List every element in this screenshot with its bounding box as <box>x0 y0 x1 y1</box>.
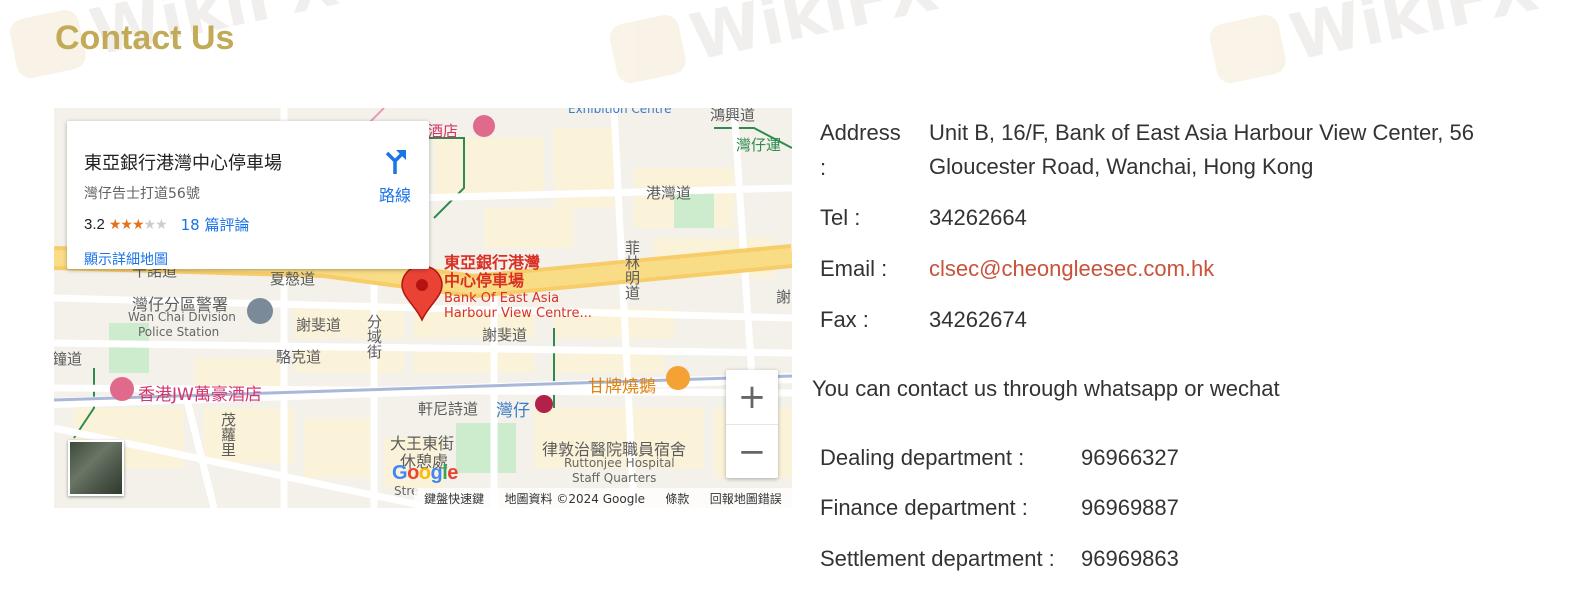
email-link[interactable]: clsec@cheongleesec.com.hk <box>929 252 1214 286</box>
map-label-police-en: Police Station <box>138 325 220 339</box>
map-label-road: 港灣道 <box>646 184 692 202</box>
zoom-controls: + − <box>726 370 778 478</box>
map-label-road: 謝 <box>776 288 792 306</box>
star-rating-icon: ★★★★★ <box>108 216 168 232</box>
report-error-link[interactable]: 回報地圖錯誤 <box>710 490 782 507</box>
reviews-link[interactable]: 18 篇評論 <box>181 214 250 235</box>
rating-value: 3.2 <box>84 216 105 233</box>
map-label-restaurant: 甘牌燒鵝 <box>588 377 656 397</box>
tel-value: 34262664 <box>929 205 1027 230</box>
zoom-out-button[interactable]: − <box>726 424 778 479</box>
directions-button[interactable]: 路線 <box>371 147 419 206</box>
contact-note: You can contact us through whatsapp or w… <box>812 376 1280 401</box>
department-label: Finance department : <box>820 495 1028 520</box>
map-data-attribution: 地圖資料 ©2024 Google <box>504 491 646 506</box>
wikifx-logo-icon <box>1207 12 1289 86</box>
google-map[interactable]: 酒店 Exhibition Centre 鴻興道 灣仔運 港灣道 菲林明道 夏慤… <box>54 108 792 508</box>
directions-label: 路線 <box>378 186 411 205</box>
map-label-road: 軒尼詩道 <box>418 400 479 418</box>
map-label-road: 鴻興道 <box>710 108 756 124</box>
place-address: 灣仔告士打道56號 <box>84 186 200 202</box>
keyboard-shortcuts-link[interactable]: 鍵盤快速鍵 <box>424 490 484 507</box>
terms-link[interactable]: 條款 <box>665 490 689 507</box>
satellite-view-toggle[interactable] <box>68 440 124 496</box>
google-logo: Google <box>392 462 458 484</box>
department-label: Dealing department : <box>820 445 1025 470</box>
directions-icon <box>385 150 406 174</box>
map-label-ruttonjee-en: Ruttonjee Hospital <box>564 456 675 470</box>
pin-label-en: Harbour View Centre... <box>444 306 592 321</box>
zoom-in-button[interactable]: + <box>726 370 778 424</box>
map-label-road: 茂蘿里 <box>219 412 237 457</box>
address-line-1: Unit B, 16/F, Bank of East Asia Harbour … <box>929 120 1474 145</box>
map-label-station: 灣仔 <box>496 401 530 421</box>
map-label-exhibition: Exhibition Centre <box>568 108 672 116</box>
view-larger-map-link[interactable]: 顯示詳細地圖 <box>84 249 168 269</box>
wikifx-logo-icon <box>607 12 689 86</box>
map-label-jw-hotel: 香港JW萬豪酒店 <box>138 385 262 405</box>
fax-value: 34262674 <box>929 307 1027 332</box>
map-label-hotel: 酒店 <box>428 122 459 140</box>
department-label: Settlement department : <box>820 546 1055 571</box>
map-label-road: 謝斐道 <box>482 326 528 344</box>
map-label-road: 鐘道 <box>54 350 83 368</box>
department-phone: 96966327 <box>1081 445 1179 470</box>
map-label-road: 分域街 <box>365 314 383 359</box>
map-label-ruttonjee-en: Staff Quarters <box>572 471 657 485</box>
map-label-transport: 灣仔運 <box>736 136 782 154</box>
tel-label: Tel : <box>820 205 861 230</box>
page-title: Contact Us <box>55 19 235 57</box>
pin-label-zh: 東亞銀行港灣 <box>444 253 541 272</box>
place-rating: 3.2 ★★★★★ 18 篇評論 <box>84 214 249 235</box>
department-phone: 96969863 <box>1081 546 1179 571</box>
watermark-text: WikiFX <box>1284 0 1545 76</box>
watermark-text: WikiFX <box>684 0 945 76</box>
map-footer: 鍵盤快速鍵 地圖資料 ©2024 Google 條款 回報地圖錯誤 <box>414 488 792 508</box>
map-label-police-en: Wan Chai Division <box>128 310 236 324</box>
map-label-road: 菲林明道 <box>623 240 641 300</box>
watermark: WikiFX <box>606 0 944 93</box>
address-colon: : <box>820 155 827 180</box>
pin-label-en: Bank Of East Asia <box>444 291 560 306</box>
watermark: WikiFX <box>1206 0 1544 93</box>
department-phone: 96969887 <box>1081 495 1179 520</box>
map-label-road: 謝斐道 <box>296 316 342 334</box>
fax-label: Fax : <box>820 307 869 332</box>
map-label-road: 夏慤道 <box>270 270 316 288</box>
address-line-2: Gloucester Road, Wanchai, Hong Kong <box>929 154 1314 179</box>
place-name: 東亞銀行港灣中心停車場 <box>84 153 282 174</box>
map-label-road: 駱克道 <box>276 348 322 366</box>
place-info-card: 東亞銀行港灣中心停車場 灣仔告士打道56號 3.2 ★★★★★ 18 篇評論 顯… <box>67 121 429 269</box>
address-label: Address <box>820 120 901 145</box>
pin-label-zh: 中心停車場 <box>444 271 525 290</box>
email-label: Email : <box>820 256 888 281</box>
